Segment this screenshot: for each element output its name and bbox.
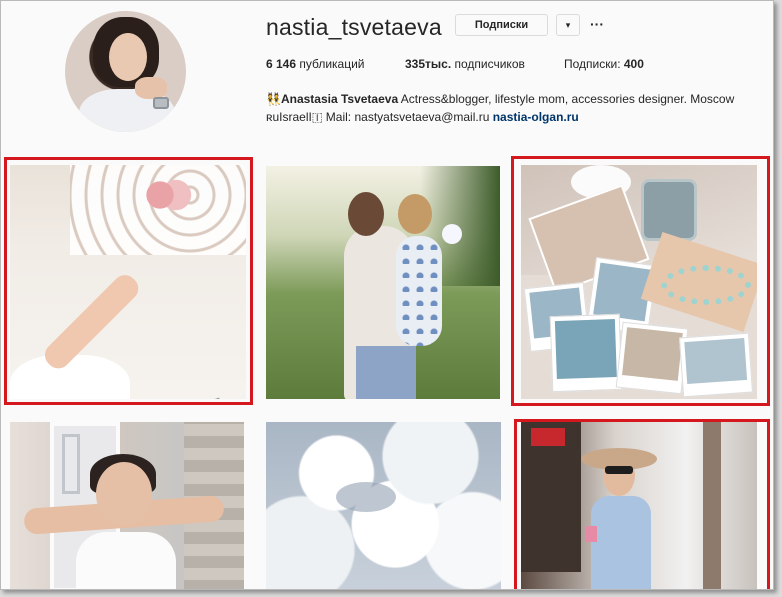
following-label: Подписки: <box>564 57 621 71</box>
post-thumbnail-2[interactable] <box>266 166 500 399</box>
following-count: 400 <box>623 57 644 71</box>
bio-text-2: ʀuIsraelI🇮 Mail: nastyatsvetaeva@mail.ru <box>266 110 493 124</box>
followers-stat[interactable]: 335тыс. подписчиков <box>405 57 525 71</box>
post-thumbnail-1[interactable] <box>10 165 246 399</box>
post-thumbnail-4[interactable] <box>10 422 244 589</box>
chevron-down-icon: ▾ <box>565 20 571 30</box>
posts-label: публикаций <box>299 57 365 71</box>
bio-website-link[interactable]: nastia-olgan.ru <box>493 110 579 124</box>
bio-text-1: Actress&blogger, lifestyle mom, accessor… <box>398 92 735 106</box>
bio-full-name: 👯Anastasia Tsvetaeva <box>266 92 399 106</box>
posts-stat: 6 146 публикаций <box>266 57 365 71</box>
post-thumbnail-6[interactable] <box>521 422 757 589</box>
followers-count: 335тыс. <box>405 57 452 71</box>
suggestions-dropdown-button[interactable]: ▾ <box>556 14 580 36</box>
following-button[interactable]: Подписки <box>455 14 548 36</box>
more-options-button[interactable]: ··· <box>588 14 606 36</box>
post-thumbnail-3[interactable] <box>521 165 757 399</box>
bio-line-2: ʀuIsraelI🇮 Mail: nastyatsvetaeva@mail.ru… <box>266 110 579 125</box>
post-thumbnail-5[interactable] <box>266 422 501 589</box>
instagram-profile-window: nastia_tsvetaeva Подписки ▾ ··· 6 146 пу… <box>0 0 774 590</box>
posts-count: 6 146 <box>266 57 297 71</box>
bio-line-1: 👯Anastasia Tsvetaeva Actress&blogger, li… <box>266 92 734 106</box>
profile-avatar[interactable] <box>65 11 186 132</box>
followers-label: подписчиков <box>454 57 525 71</box>
following-stat[interactable]: Подписки: 400 <box>564 57 644 71</box>
more-icon: ··· <box>590 16 604 32</box>
profile-username: nastia_tsvetaeva <box>266 14 442 40</box>
